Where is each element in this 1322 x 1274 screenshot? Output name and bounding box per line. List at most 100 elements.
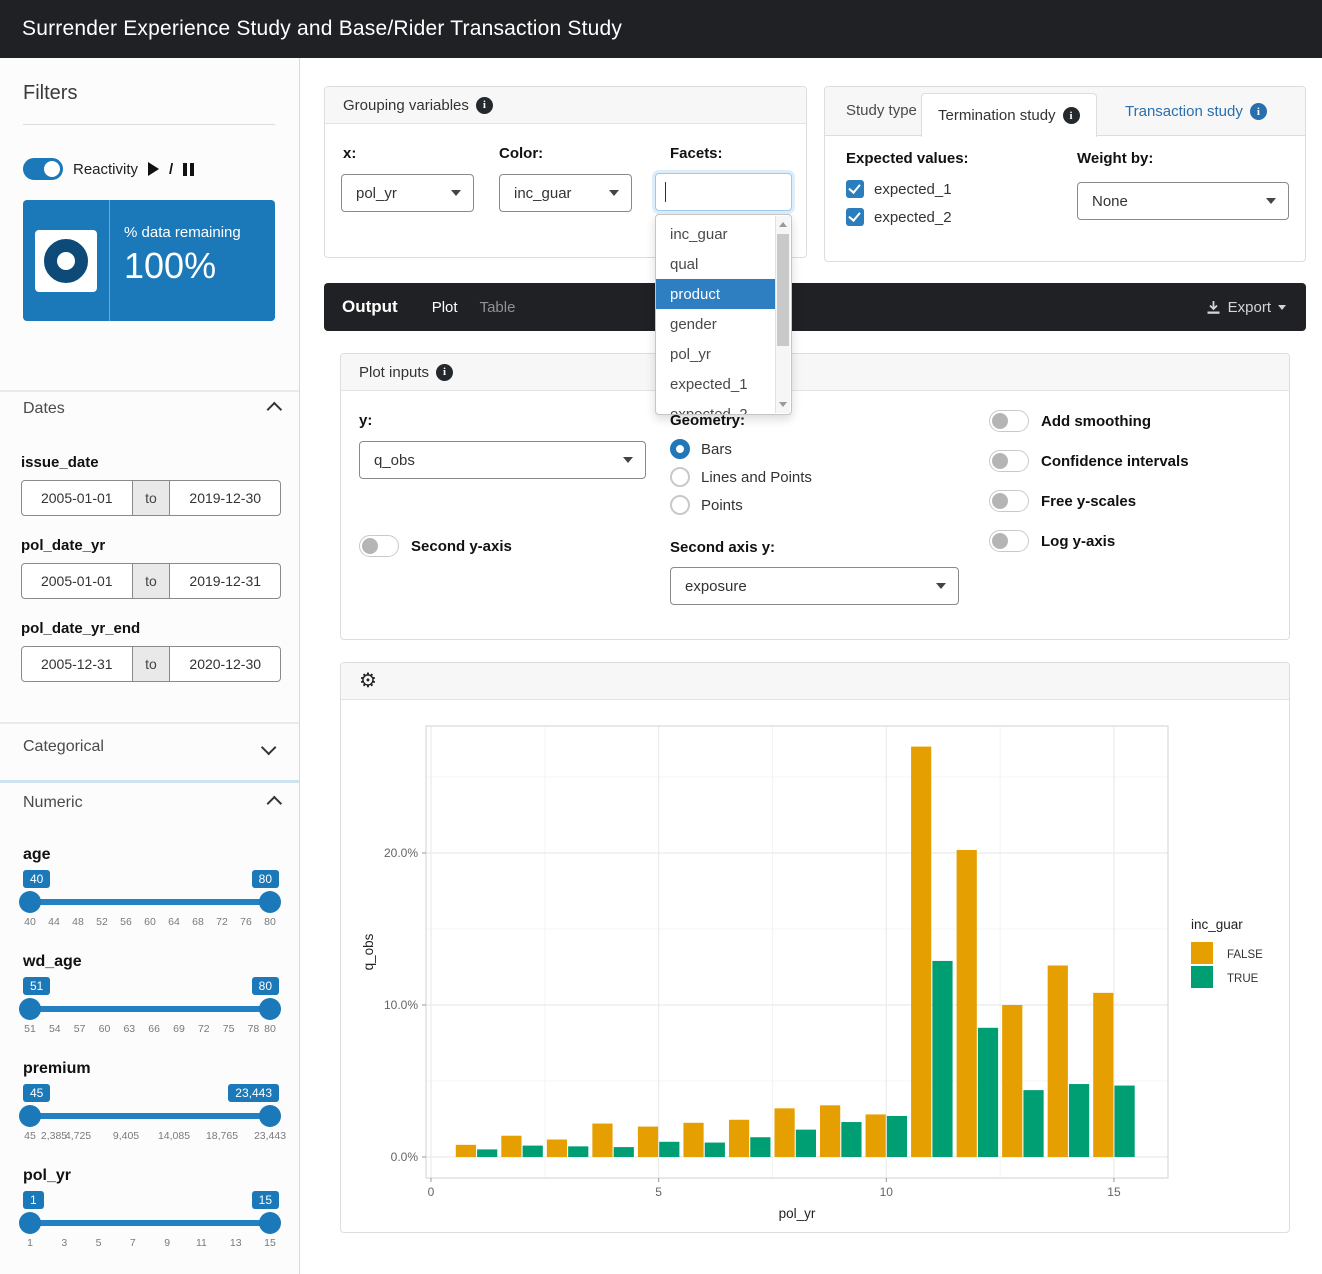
- slider-handle-max[interactable]: [259, 1212, 281, 1234]
- facets-option-gender[interactable]: gender: [656, 309, 775, 339]
- scroll-up-icon[interactable]: [779, 222, 787, 227]
- second-y-axis-toggle-row[interactable]: Second y-axis: [359, 535, 512, 557]
- facets-option-product[interactable]: product: [656, 279, 775, 309]
- x-select[interactable]: pol_yr: [341, 174, 474, 212]
- svg-text:10: 10: [880, 1185, 894, 1199]
- slider-max-badge[interactable]: 23,443: [228, 1084, 279, 1102]
- checkbox-checked-icon[interactable]: [846, 180, 864, 198]
- slider-track[interactable]: [26, 1006, 274, 1012]
- gear-icon[interactable]: ⚙: [359, 671, 377, 691]
- scrollbar-thumb[interactable]: [777, 234, 789, 346]
- slider-track[interactable]: [26, 1220, 274, 1226]
- categorical-section-header[interactable]: Categorical: [23, 738, 277, 756]
- toggle-row-free-y-scales[interactable]: Free y-scales: [989, 490, 1136, 512]
- section-separator: [0, 780, 299, 783]
- radio-checked-icon[interactable]: [670, 439, 690, 459]
- reactivity-label: Reactivity: [73, 161, 138, 178]
- info-icon[interactable]: i: [1063, 107, 1080, 124]
- slider-min-badge[interactable]: 51: [23, 977, 50, 995]
- second-axis-select-value: exposure: [685, 578, 747, 595]
- option-toggle[interactable]: [989, 530, 1029, 552]
- tab-transaction-study[interactable]: Transaction study i: [1125, 103, 1267, 120]
- slider-handle-max[interactable]: [259, 1105, 281, 1127]
- slider-handle-max[interactable]: [259, 891, 281, 913]
- bar-false-yr11: [911, 747, 931, 1157]
- color-select[interactable]: inc_guar: [499, 174, 632, 212]
- slider-tick-label: 44: [48, 916, 60, 928]
- slider-handle-min[interactable]: [19, 1212, 41, 1234]
- bar-true-yr12: [978, 1028, 998, 1157]
- dropdown-scrollbar[interactable]: [775, 216, 790, 413]
- radio-unchecked-icon[interactable]: [670, 467, 690, 487]
- slider-max-badge[interactable]: 80: [252, 870, 279, 888]
- legend-label-false: FALSE: [1227, 949, 1263, 961]
- bar-true-yr4: [614, 1147, 634, 1157]
- toggle-row-confidence-intervals[interactable]: Confidence intervals: [989, 450, 1189, 472]
- slider-handle-min[interactable]: [19, 998, 41, 1020]
- slider-tick-label: 3: [61, 1237, 67, 1249]
- scroll-down-icon[interactable]: [779, 402, 787, 407]
- numeric-section-header[interactable]: Numeric: [23, 794, 277, 812]
- option-toggle[interactable]: [989, 490, 1029, 512]
- export-button[interactable]: Export: [1206, 299, 1286, 316]
- info-icon[interactable]: i: [436, 364, 453, 381]
- slider-min-badge[interactable]: 1: [23, 1191, 44, 1209]
- checkbox-row-expected-1[interactable]: expected_1: [846, 180, 952, 198]
- bar-true-yr1: [477, 1149, 497, 1157]
- slider-min-badge[interactable]: 40: [23, 870, 50, 888]
- info-icon[interactable]: i: [476, 97, 493, 114]
- slider-handle-max[interactable]: [259, 998, 281, 1020]
- tab-plot[interactable]: Plot: [432, 299, 458, 316]
- slider-track[interactable]: [26, 899, 274, 905]
- facets-option-pol_yr[interactable]: pol_yr: [656, 339, 775, 369]
- radio-points[interactable]: Points: [670, 495, 743, 515]
- option-toggle[interactable]: [989, 410, 1029, 432]
- checkbox-row-expected-2[interactable]: expected_2: [846, 208, 952, 226]
- dates-section-header[interactable]: Dates: [23, 400, 277, 418]
- slider-max-badge[interactable]: 80: [252, 977, 279, 995]
- slider-track[interactable]: [26, 1113, 274, 1119]
- radio-lines-points[interactable]: Lines and Points: [670, 467, 812, 487]
- facets-input[interactable]: [655, 173, 792, 211]
- info-icon[interactable]: i: [1250, 103, 1267, 120]
- slider-handle-min[interactable]: [19, 1105, 41, 1127]
- facets-option-inc_guar[interactable]: inc_guar: [656, 219, 775, 249]
- date-to-input[interactable]: 2019-12-31: [169, 563, 281, 599]
- slider-handle-min[interactable]: [19, 891, 41, 913]
- toggle-row-add-smoothing[interactable]: Add smoothing: [989, 410, 1151, 432]
- radio-label: Points: [701, 497, 743, 514]
- date-from-input[interactable]: 2005-01-01: [21, 563, 133, 599]
- second-y-axis-toggle[interactable]: [359, 535, 399, 557]
- facets-option-expected_2[interactable]: expected_2: [656, 399, 775, 415]
- second-axis-y-select[interactable]: exposure: [670, 567, 959, 605]
- y-select[interactable]: q_obs: [359, 441, 646, 479]
- numeric-section-title: Numeric: [23, 794, 83, 812]
- facets-option-qual[interactable]: qual: [656, 249, 775, 279]
- slider-max-badge[interactable]: 15: [252, 1191, 279, 1209]
- bar-true-yr9: [841, 1122, 861, 1157]
- bar-true-yr7: [750, 1137, 770, 1157]
- date-from-input[interactable]: 2005-12-31: [21, 646, 133, 682]
- reactivity-toggle[interactable]: [23, 158, 63, 180]
- bar-true-yr10: [887, 1116, 907, 1157]
- checkbox-label: expected_1: [874, 181, 952, 198]
- facets-option-expected_1[interactable]: expected_1: [656, 369, 775, 399]
- slider-min-badge[interactable]: 45: [23, 1084, 50, 1102]
- tab-termination-study[interactable]: Termination study i: [921, 93, 1097, 137]
- chart-card-header: ⚙: [341, 663, 1289, 700]
- date-to-input[interactable]: 2019-12-30: [169, 480, 281, 516]
- tab-table[interactable]: Table: [480, 299, 516, 316]
- option-toggle[interactable]: [989, 450, 1029, 472]
- weight-by-select[interactable]: None: [1077, 182, 1289, 220]
- slider-ticks: 5154576063666972757880: [30, 1023, 270, 1039]
- slider-tick-label: 45: [24, 1130, 36, 1142]
- checkbox-checked-icon[interactable]: [846, 208, 864, 226]
- date-from-input[interactable]: 2005-01-01: [21, 480, 133, 516]
- date-to-input[interactable]: 2020-12-30: [169, 646, 281, 682]
- radio-bars[interactable]: Bars: [670, 439, 732, 459]
- transaction-tab-label: Transaction study: [1125, 103, 1243, 120]
- slider-tick-label: 68: [192, 916, 204, 928]
- toggle-row-log-y-axis[interactable]: Log y-axis: [989, 530, 1115, 552]
- svg-text:20.0%: 20.0%: [384, 846, 418, 860]
- radio-unchecked-icon[interactable]: [670, 495, 690, 515]
